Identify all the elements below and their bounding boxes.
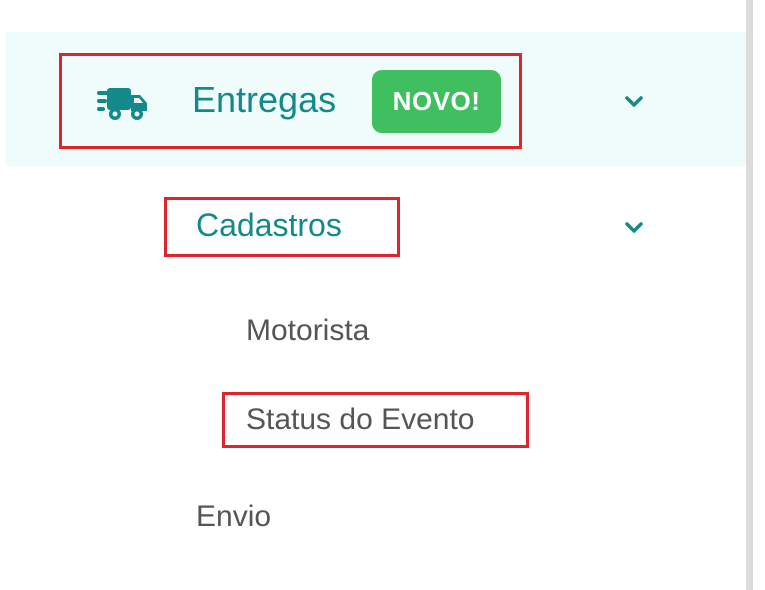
submenu-item-motorista[interactable]: Motorista (246, 313, 369, 349)
chevron-down-icon[interactable] (624, 221, 644, 235)
sidebar-menu: Entregas NOVO! Cadastros Motorista Statu… (0, 0, 765, 590)
submenu-item-envio[interactable]: Envio (196, 499, 271, 535)
sidebar-scrollbar-divider (746, 0, 753, 590)
annotation-highlight-cadastros (164, 197, 400, 257)
annotation-highlight-entregas (59, 53, 522, 149)
chevron-down-icon[interactable] (624, 95, 644, 109)
annotation-highlight-status-do-evento (222, 392, 529, 448)
